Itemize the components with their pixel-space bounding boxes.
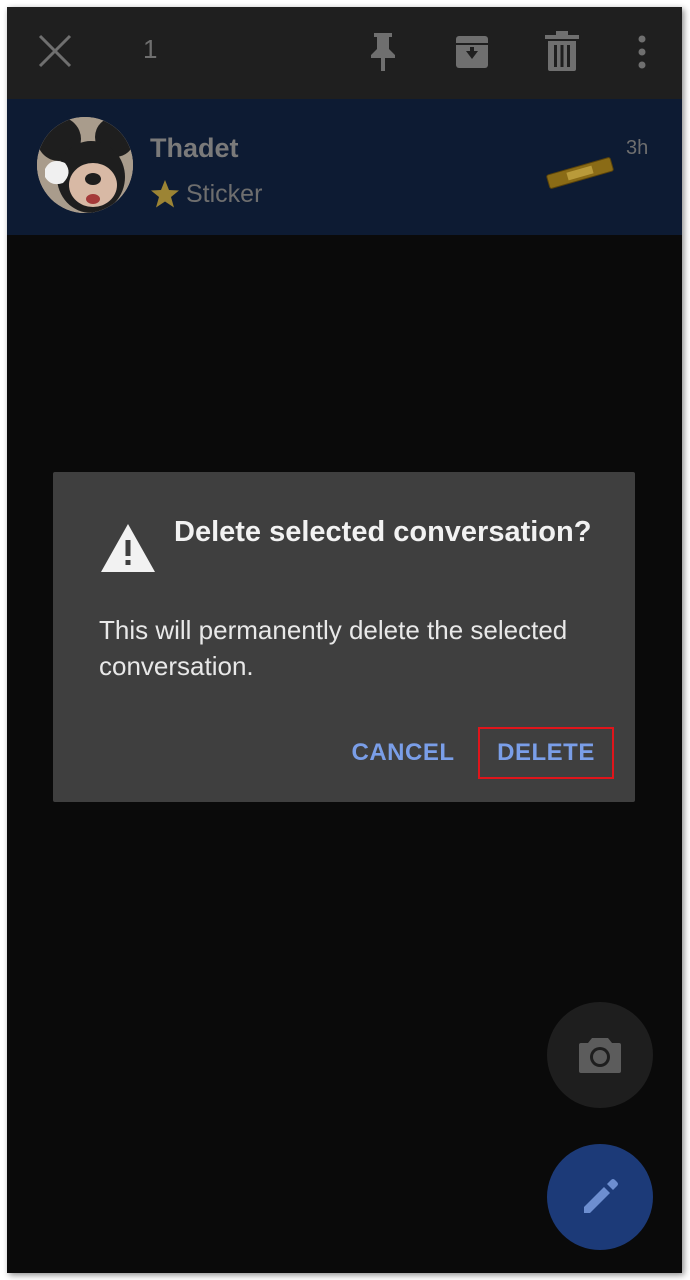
avatar bbox=[37, 117, 133, 213]
compose-button[interactable] bbox=[547, 1144, 653, 1250]
conversation-snippet: Sticker bbox=[150, 179, 262, 209]
warning-icon bbox=[101, 524, 155, 572]
pencil-icon bbox=[584, 1179, 618, 1213]
conversation-row-selected[interactable]: Thadet Sticker 3h bbox=[7, 99, 682, 235]
cancel-button[interactable]: CANCEL bbox=[341, 730, 465, 776]
selected-count: 1 bbox=[143, 34, 158, 64]
more-options-button[interactable] bbox=[627, 27, 657, 77]
star-icon bbox=[151, 180, 179, 208]
trash-icon bbox=[545, 31, 579, 71]
delete-button[interactable]: DELETE bbox=[478, 727, 614, 779]
camera-button[interactable] bbox=[547, 1002, 653, 1108]
more-vert-icon bbox=[638, 35, 646, 69]
delete-confirmation-dialog: Delete selected conversation? This will … bbox=[53, 472, 635, 802]
conversation-name: Thadet bbox=[150, 133, 239, 163]
close-icon bbox=[38, 34, 72, 68]
dialog-title: Delete selected conversation? bbox=[174, 516, 592, 548]
camera-icon bbox=[579, 1038, 621, 1073]
archive-button[interactable] bbox=[452, 27, 492, 77]
selection-toolbar: 1 bbox=[7, 7, 682, 99]
pin-button[interactable] bbox=[363, 27, 403, 77]
sticker-thumbnail bbox=[546, 157, 614, 189]
conversation-time: 3h bbox=[626, 137, 649, 159]
dialog-message: This will permanently delete the selecte… bbox=[99, 615, 568, 681]
delete-toolbar-button[interactable] bbox=[540, 25, 584, 77]
app-screen: 1 Thadet Sticker 3h Delete selected conv… bbox=[7, 7, 682, 1273]
archive-icon bbox=[456, 36, 488, 68]
snippet-text: Sticker bbox=[186, 179, 263, 208]
close-selection-button[interactable] bbox=[33, 29, 77, 73]
avatar-image bbox=[37, 117, 133, 213]
pin-icon bbox=[371, 33, 395, 71]
